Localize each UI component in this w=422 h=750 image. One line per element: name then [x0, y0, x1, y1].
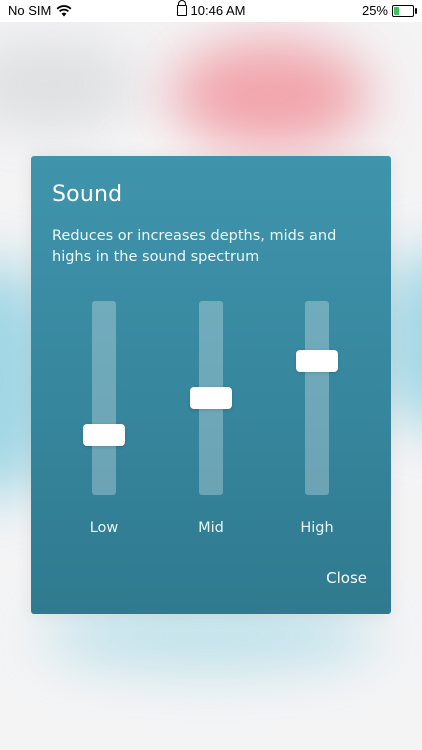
- status-time: 10:46 AM: [0, 0, 422, 18]
- slider-mid[interactable]: [190, 301, 232, 495]
- battery-charging-icon: [392, 4, 417, 17]
- battery-percent: 25%: [361, 3, 388, 18]
- battery-level: [394, 6, 399, 15]
- slider-label-mid: Mid: [198, 520, 224, 536]
- time-label: 10:46 AM: [190, 3, 246, 18]
- close-button[interactable]: Close: [326, 569, 367, 587]
- status-right: 25%: [361, 3, 417, 18]
- slider-label-low: Low: [89, 520, 119, 536]
- slider-track[interactable]: [305, 301, 329, 495]
- slider-thumb[interactable]: [190, 387, 232, 409]
- background-blur-shape: [170, 40, 370, 150]
- slider-label-high: High: [300, 520, 334, 536]
- dialog-title: Sound: [52, 182, 123, 207]
- sound-dialog: Sound Reduces or increases depths, mids …: [31, 156, 391, 614]
- status-bar: No SIM 10:46 AM 25%: [0, 0, 422, 22]
- slider-thumb[interactable]: [296, 350, 338, 372]
- slider-high[interactable]: [296, 301, 338, 495]
- lock-icon: [176, 0, 187, 16]
- dialog-description: Reduces or increases depths, mids and hi…: [52, 228, 337, 265]
- slider-thumb[interactable]: [83, 424, 125, 446]
- slider-low[interactable]: [83, 301, 125, 495]
- background-blur-shape: [0, 40, 140, 130]
- slider-track[interactable]: [92, 301, 116, 495]
